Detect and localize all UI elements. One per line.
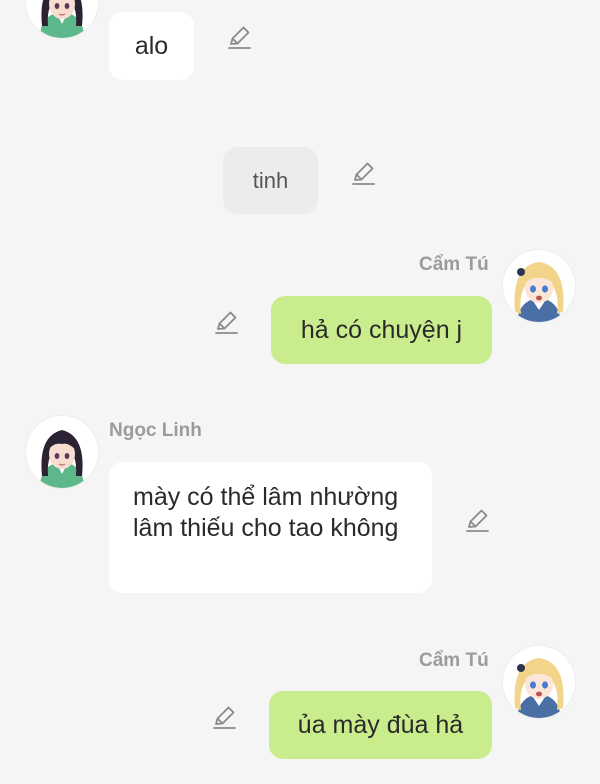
edit-icon[interactable] <box>350 160 376 186</box>
message-text: mày có thể lâm nhường lâm thiếu cho tao … <box>133 483 399 542</box>
edit-icon[interactable] <box>226 24 252 50</box>
message-bubble[interactable]: mày có thể lâm nhường lâm thiếu cho tao … <box>109 462 432 593</box>
message-bubble[interactable]: ủa mày đùa hả <box>269 691 492 759</box>
system-message-bubble[interactable]: tinh <box>223 147 318 214</box>
sender-name: Cẩm Tú <box>419 254 489 275</box>
message-bubble[interactable]: alo <box>109 12 194 80</box>
edit-icon[interactable] <box>211 704 237 730</box>
avatar-ngoc-linh[interactable] <box>26 416 98 488</box>
avatar-ngoc-linh[interactable] <box>26 0 98 38</box>
message-text: tinh <box>252 168 289 193</box>
edit-icon[interactable] <box>464 507 490 533</box>
message-text: hả có chuyện j <box>300 315 463 344</box>
sender-name: Ngọc Linh <box>109 420 202 441</box>
message-bubble[interactable]: hả có chuyện j <box>271 296 492 364</box>
edit-icon[interactable] <box>213 309 239 335</box>
avatar-cam-tu[interactable] <box>503 646 575 718</box>
message-text: ủa mày đùa hả <box>297 710 464 739</box>
message-text: alo <box>134 31 169 60</box>
sender-name: Cẩm Tú <box>419 650 489 671</box>
avatar-cam-tu[interactable] <box>503 250 575 322</box>
